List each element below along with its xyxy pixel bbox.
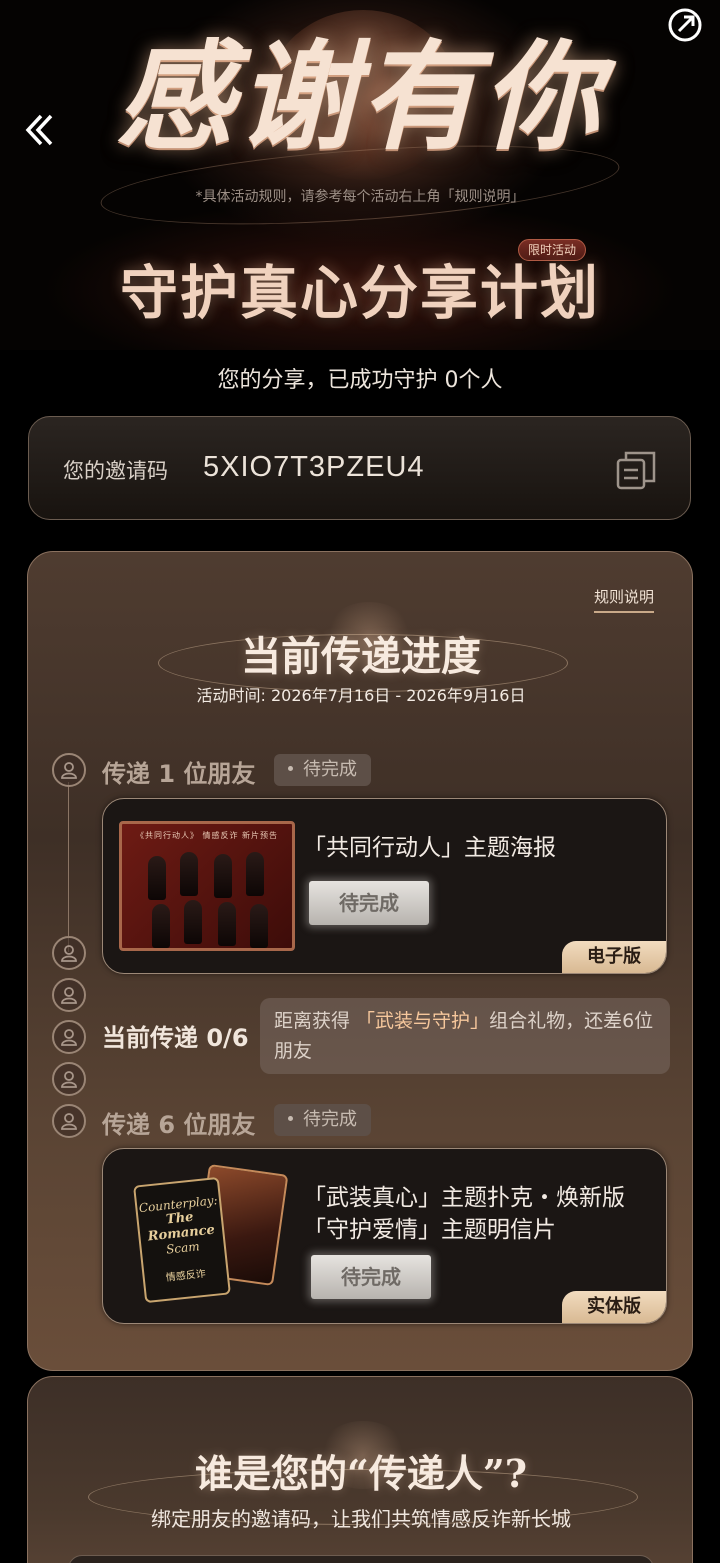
pending-button[interactable]: 待完成	[311, 1255, 431, 1299]
reward-title-poker: 「武装真心」主题扑克・焕新版	[303, 1185, 625, 1211]
current-progress-label: 当前传递 0/6	[102, 1024, 249, 1052]
invite-code-label: 您的邀请码	[63, 459, 168, 483]
copy-icon	[616, 451, 656, 490]
double-chevron-left-icon	[25, 114, 53, 146]
user-node-icon	[52, 936, 86, 970]
user-node-icon	[52, 978, 86, 1012]
step-2-label: 传递 6 位朋友	[102, 1111, 256, 1139]
share-arrow-icon	[668, 8, 702, 42]
progress-title: 当前传递进度	[241, 633, 481, 680]
pending-button[interactable]: 待完成	[309, 881, 429, 925]
physical-edition-tag: 实体版	[562, 1291, 666, 1323]
user-node-icon	[52, 1020, 86, 1054]
timeline-line	[68, 782, 69, 952]
hero-banner: 感谢有你 *具体活动规则，请参考每个活动右上角「规则说明」 限时活动 守护真心分…	[0, 0, 720, 350]
reward-title: 「共同行动人」主题海报	[303, 835, 556, 861]
hero-title: 感谢有你	[115, 27, 604, 166]
poker-cards-image: Counterplay: The Romance Scam 情感反诈	[131, 1163, 291, 1307]
user-node-icon	[52, 753, 86, 787]
rules-link[interactable]: 规则说明	[594, 586, 655, 613]
share-button[interactable]	[664, 4, 706, 46]
step-1-status: 待完成	[274, 754, 371, 786]
protect-count-text: 您的分享，已成功守护 0个人	[217, 368, 503, 393]
copy-button[interactable]	[613, 447, 659, 493]
rules-note: *具体活动规则，请参考每个活动右上角「规则说明」	[195, 189, 525, 205]
progress-panel: 规则说明 当前传递进度 活动时间: 2026年7月16日 - 2026年9月16…	[27, 551, 693, 1371]
binding-title: 谁是您的“传递人”?	[195, 1451, 527, 1496]
user-node-icon	[52, 1104, 86, 1138]
back-button[interactable]	[20, 108, 60, 152]
invite-code-card: 您的邀请码 5XIO7T3PZEU4	[28, 416, 691, 520]
referrer-code-field[interactable]	[68, 1555, 654, 1563]
user-node-icon	[52, 1062, 86, 1096]
current-progress-hint: 距离获得 「武装与守护」组合礼物，还差6位朋友	[260, 998, 670, 1074]
reward-title-postcard: 「守护爱情」主题明信片	[303, 1217, 556, 1243]
invite-code-value: 5XIO7T3PZEU4	[203, 451, 425, 483]
campaign-subtitle: 守护真心分享计划	[0, 248, 720, 338]
poster-image: 《共同行动人》 情感反诈 新片预告	[119, 821, 295, 951]
step-1-label: 传递 1 位朋友	[102, 760, 256, 788]
activity-date-range: 活动时间: 2026年7月16日 - 2026年9月16日	[196, 686, 526, 705]
binding-subtitle: 绑定朋友的邀请码，让我们共筑情感反诈新长城	[151, 1507, 571, 1531]
reward-card-poker: Counterplay: The Romance Scam 情感反诈 「武装真心…	[102, 1148, 667, 1324]
reward-card-poster: 《共同行动人》 情感反诈 新片预告 「共同行动人」主题海报 待完成 电子版	[102, 798, 667, 974]
binding-panel: 谁是您的“传递人”? 绑定朋友的邀请码，让我们共筑情感反诈新长城	[27, 1376, 693, 1563]
step-2-status: 待完成	[274, 1104, 371, 1136]
digital-edition-tag: 电子版	[562, 941, 666, 973]
